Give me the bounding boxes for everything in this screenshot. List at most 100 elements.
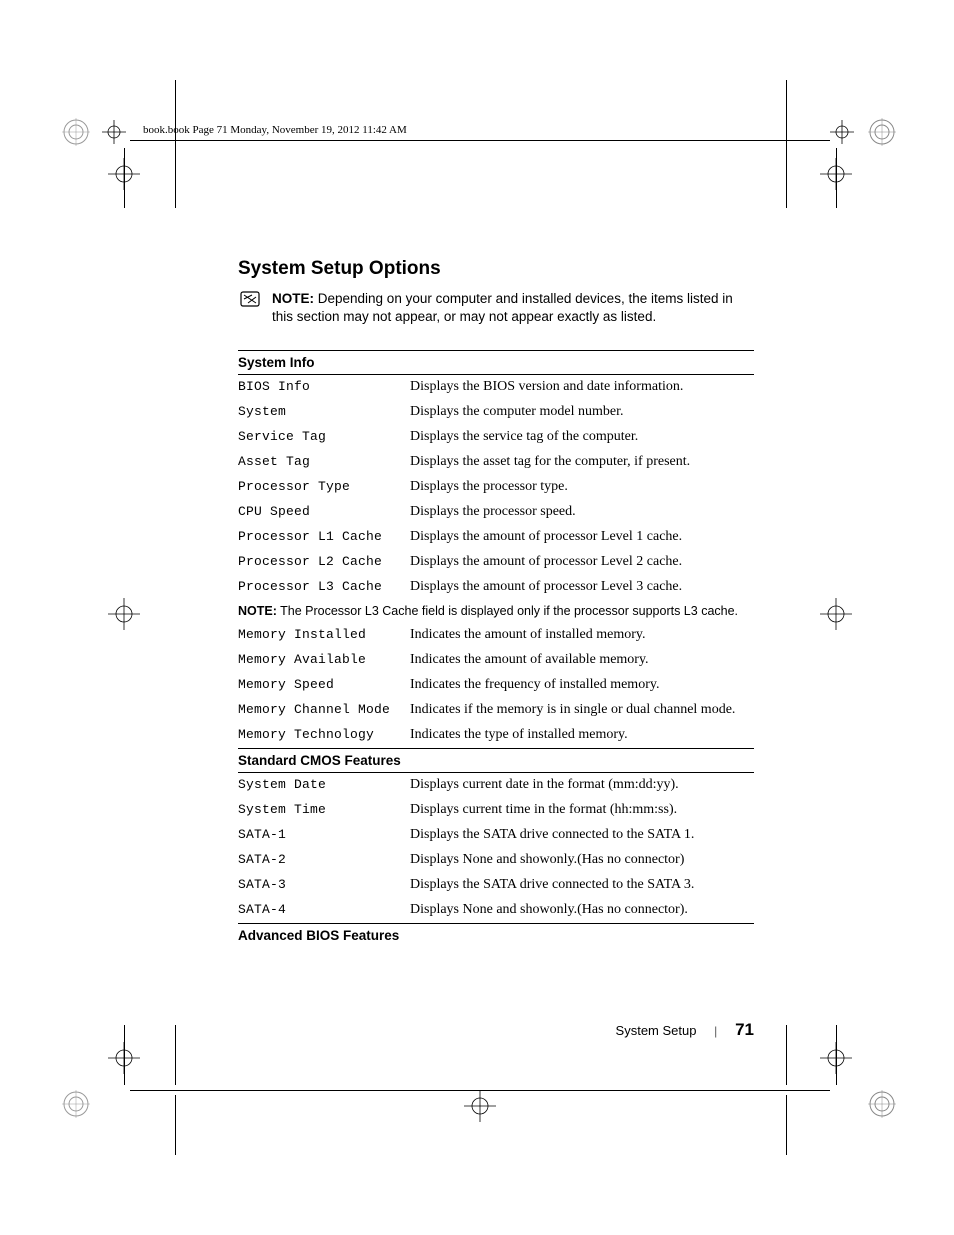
setting-label: BIOS Info (238, 379, 410, 395)
setting-label: SATA-1 (238, 827, 410, 843)
table-row: Memory TechnologyIndicates the type of i… (238, 723, 754, 748)
table-row: Memory InstalledIndicates the amount of … (238, 623, 754, 648)
table-row: BIOS InfoDisplays the BIOS version and d… (238, 375, 754, 400)
setting-label: Memory Installed (238, 627, 410, 643)
setting-description: Displays current time in the format (hh:… (410, 802, 754, 818)
table-row: System DateDisplays current date in the … (238, 773, 754, 798)
crosshair-mark-icon (108, 158, 140, 195)
table-note-text: The Processor L3 Cache field is displaye… (277, 604, 738, 618)
table-row: SATA-3Displays the SATA drive connected … (238, 873, 754, 898)
setting-description: Displays the SATA drive connected to the… (410, 877, 754, 893)
setting-label: Processor L2 Cache (238, 554, 410, 570)
setting-description: Displays the processor speed. (410, 504, 754, 520)
setting-description: Displays the amount of processor Level 2… (410, 554, 754, 570)
table-section-header: Standard CMOS Features (238, 748, 754, 773)
table-section-header: Advanced BIOS Features (238, 923, 754, 947)
note-block: NOTE: Depending on your computer and ins… (238, 290, 754, 326)
table-row: SATA-4Displays None and showonly.(Has no… (238, 898, 754, 923)
table-row: CPU SpeedDisplays the processor speed. (238, 500, 754, 525)
crosshair-mark-icon (820, 1042, 852, 1079)
footer-section-title: System Setup (616, 1023, 697, 1038)
note-label: NOTE: (272, 291, 314, 306)
setting-label: Memory Technology (238, 727, 410, 743)
crop-vline (175, 1025, 176, 1085)
page-content: System Setup Options NOTE: Depending on … (238, 258, 754, 947)
setting-description: Indicates the amount of installed memory… (410, 627, 754, 643)
crop-vline (175, 80, 176, 155)
footer-page-number: 71 (735, 1020, 754, 1040)
setting-description: Displays the BIOS version and date infor… (410, 379, 754, 395)
page-footer: System Setup | 71 (616, 1020, 754, 1040)
setting-description: Displays the SATA drive connected to the… (410, 827, 754, 843)
table-row: System TimeDisplays current time in the … (238, 798, 754, 823)
table-row: Service TagDisplays the service tag of t… (238, 425, 754, 450)
table-row: Memory AvailableIndicates the amount of … (238, 648, 754, 673)
crop-vline (786, 80, 787, 155)
setting-label: Service Tag (238, 429, 410, 445)
note-icon (240, 291, 260, 307)
setting-label: System Time (238, 802, 410, 818)
setting-label: Processor L3 Cache (238, 579, 410, 595)
setting-description: Displays the amount of processor Level 3… (410, 579, 754, 595)
table-section-header: System Info (238, 350, 754, 375)
setting-description: Displays None and showonly.(Has no conne… (410, 852, 754, 868)
setting-description: Indicates the type of installed memory. (410, 727, 754, 743)
crosshair-mark-icon (820, 158, 852, 195)
setting-description: Displays the service tag of the computer… (410, 429, 754, 445)
registration-mark-icon (868, 118, 896, 151)
setting-description: Displays the amount of processor Level 1… (410, 529, 754, 545)
setting-label: CPU Speed (238, 504, 410, 520)
crosshair-mark-icon (464, 1090, 496, 1127)
setting-label: SATA-4 (238, 902, 410, 918)
setting-description: Displays the computer model number. (410, 404, 754, 420)
setting-description: Displays current date in the format (mm:… (410, 777, 754, 793)
table-row: Memory Channel ModeIndicates if the memo… (238, 698, 754, 723)
crop-line-top (130, 140, 830, 141)
crosshair-mark-icon (100, 118, 128, 151)
crosshair-mark-icon (108, 598, 140, 635)
table-row: Processor TypeDisplays the processor typ… (238, 475, 754, 500)
setting-label: SATA-3 (238, 877, 410, 893)
registration-mark-icon (62, 118, 90, 151)
tables-container: System InfoBIOS InfoDisplays the BIOS ve… (238, 350, 754, 947)
setting-description: Indicates if the memory is in single or … (410, 702, 754, 718)
crop-vline (786, 148, 787, 208)
setting-description: Displays the processor type. (410, 479, 754, 495)
note-body: Depending on your computer and installed… (272, 291, 733, 324)
setting-label: Processor Type (238, 479, 410, 495)
table-row: Asset TagDisplays the asset tag for the … (238, 450, 754, 475)
table-row: Processor L3 CacheDisplays the amount of… (238, 575, 754, 600)
table-row: SATA-2Displays None and showonly.(Has no… (238, 848, 754, 873)
table-note-row: NOTE: The Processor L3 Cache field is di… (238, 600, 754, 623)
table-row: Processor L1 CacheDisplays the amount of… (238, 525, 754, 550)
table-note-label: NOTE: (238, 604, 277, 618)
crop-vline (175, 1095, 176, 1155)
registration-mark-icon (62, 1090, 90, 1123)
table-row: SATA-1Displays the SATA drive connected … (238, 823, 754, 848)
table-row: Processor L2 CacheDisplays the amount of… (238, 550, 754, 575)
crosshair-mark-icon (820, 598, 852, 635)
setting-label: Memory Channel Mode (238, 702, 410, 718)
crop-vline (786, 1025, 787, 1085)
crop-vline (175, 148, 176, 208)
setting-label: System (238, 404, 410, 420)
setting-label: Memory Available (238, 652, 410, 668)
section-title: System Setup Options (238, 258, 754, 280)
setting-description: Displays None and showonly.(Has no conne… (410, 902, 754, 918)
table-row: SystemDisplays the computer model number… (238, 400, 754, 425)
setting-label: Memory Speed (238, 677, 410, 693)
footer-separator: | (714, 1023, 717, 1039)
setting-label: Processor L1 Cache (238, 529, 410, 545)
setting-description: Displays the asset tag for the computer,… (410, 454, 754, 470)
crosshair-mark-icon (828, 118, 856, 151)
crosshair-mark-icon (108, 1042, 140, 1079)
running-header: book.book Page 71 Monday, November 19, 2… (143, 124, 407, 136)
setting-label: SATA-2 (238, 852, 410, 868)
table-row: Memory SpeedIndicates the frequency of i… (238, 673, 754, 698)
setting-label: System Date (238, 777, 410, 793)
registration-mark-icon (868, 1090, 896, 1123)
crop-vline (786, 1095, 787, 1155)
setting-label: Asset Tag (238, 454, 410, 470)
setting-description: Indicates the amount of available memory… (410, 652, 754, 668)
note-text: NOTE: Depending on your computer and ins… (272, 290, 754, 326)
